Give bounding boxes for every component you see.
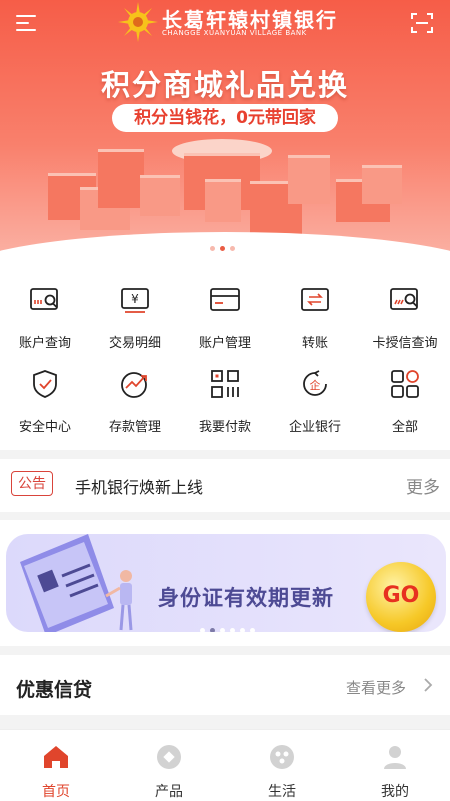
qr-pay-icon	[211, 370, 239, 398]
go-button[interactable]: GO	[366, 562, 436, 632]
pagination-dot-active	[220, 246, 225, 251]
banner-title: 积分商城礼品兑换	[100, 68, 349, 102]
quick-action-deposit-manage[interactable]: 存款管理	[90, 354, 180, 435]
scan-icon[interactable]	[410, 11, 434, 35]
account-manage-icon	[210, 288, 240, 311]
tab-mine[interactable]: 我的	[339, 730, 450, 801]
account-query-icon	[30, 288, 58, 310]
gift-boxes-illustration	[40, 135, 410, 245]
tab-label: 生活	[268, 784, 296, 800]
notice-tag: 公告	[11, 471, 53, 496]
chevron-right-icon[interactable]	[421, 677, 435, 693]
grid-all-icon	[391, 370, 419, 398]
tab-label: 我的	[381, 784, 409, 800]
banner-subtitle: 积分当钱花，0元带回家	[112, 104, 338, 132]
sun-logo-icon	[118, 2, 158, 42]
quick-action-label: 全部	[391, 420, 418, 435]
pagination-dot	[240, 628, 245, 632]
quick-action-label: 企业银行	[288, 420, 341, 435]
quick-action-label: 账户管理	[198, 336, 251, 351]
life-icon	[270, 745, 294, 769]
svg-text:企: 企	[310, 378, 321, 392]
user-icon	[384, 746, 406, 769]
quick-action-label: 安全中心	[18, 420, 71, 435]
pagination-dot	[220, 628, 225, 632]
product-icon	[157, 745, 181, 769]
quick-action-transaction-detail[interactable]: ¥ 交易明细	[90, 270, 180, 351]
loan-more-link[interactable]: 查看更多	[346, 677, 406, 698]
pagination-dot	[250, 628, 255, 632]
notice-text[interactable]: 手机银行焕新上线	[75, 474, 203, 498]
quick-action-all[interactable]: 全部	[360, 354, 450, 435]
shield-icon	[33, 370, 57, 398]
deposit-chart-icon	[121, 372, 147, 398]
quick-actions-grid: 账户查询 ¥ 交易明细 账户管理 转账 卡授信查询 安全中心 存款管理 我要付款…	[0, 262, 450, 450]
tab-home[interactable]: 首页	[0, 730, 112, 801]
loan-section-title: 优惠信贷	[16, 679, 93, 701]
quick-action-pay[interactable]: 我要付款	[180, 354, 270, 435]
quick-action-account-manage[interactable]: 账户管理	[180, 270, 270, 351]
bank-logo: 长葛轩辕村镇银行 CHANGGE XUANYUAN VILLAGE BANK	[118, 2, 338, 44]
id-card-illustration-icon	[20, 534, 133, 632]
quick-action-label: 转账	[301, 336, 328, 351]
quick-action-security-center[interactable]: 安全中心	[0, 354, 90, 435]
notice-bar[interactable]: 公告 手机银行焕新上线 更多	[0, 459, 450, 512]
enterprise-icon: 企	[303, 370, 327, 396]
top-bar: 长葛轩辕村镇银行 CHANGGE XUANYUAN VILLAGE BANK	[0, 0, 450, 46]
transaction-detail-icon: ¥	[121, 288, 149, 313]
quick-action-card-credit[interactable]: 卡授信查询	[360, 270, 450, 351]
card-credit-icon	[390, 288, 418, 310]
quick-action-label: 账户查询	[18, 336, 71, 351]
pagination-dot-active	[210, 628, 215, 632]
loan-section-header: 优惠信贷 查看更多	[0, 655, 450, 715]
quick-action-enterprise[interactable]: 企 企业银行	[270, 354, 360, 435]
tab-label: 产品	[155, 784, 183, 800]
quick-action-label: 交易明细	[108, 336, 161, 351]
id-update-card[interactable]: 身份证有效期更新 GO	[6, 534, 446, 632]
quick-action-account-query[interactable]: 账户查询	[0, 270, 90, 351]
notice-more-link[interactable]: 更多	[406, 473, 440, 498]
tab-label: 首页	[42, 784, 70, 800]
pagination-dot	[210, 246, 215, 251]
transfer-icon	[301, 288, 329, 311]
menu-icon[interactable]	[16, 12, 38, 34]
bottom-tab-bar: 首页 产品 生活 我的	[0, 729, 450, 801]
home-icon	[44, 746, 68, 768]
quick-action-label: 卡授信查询	[372, 336, 438, 351]
id-update-title: 身份证有效期更新	[158, 586, 334, 610]
quick-action-label: 我要付款	[198, 420, 251, 435]
pagination-dot	[230, 628, 235, 632]
pagination-dot	[200, 628, 205, 632]
go-label: GO	[382, 583, 420, 608]
quick-action-transfer[interactable]: 转账	[270, 270, 360, 351]
svg-text:¥: ¥	[131, 292, 139, 306]
tab-products[interactable]: 产品	[113, 730, 225, 801]
pagination-dot	[230, 246, 235, 251]
promo-banner[interactable]: 长葛轩辕村镇银行 CHANGGE XUANYUAN VILLAGE BANK 积…	[0, 0, 450, 262]
bank-name-en: CHANGGE XUANYUAN VILLAGE BANK	[162, 29, 307, 37]
tab-life[interactable]: 生活	[226, 730, 338, 801]
id-update-promo: 身份证有效期更新 GO	[0, 520, 450, 646]
quick-action-label: 存款管理	[108, 420, 161, 435]
